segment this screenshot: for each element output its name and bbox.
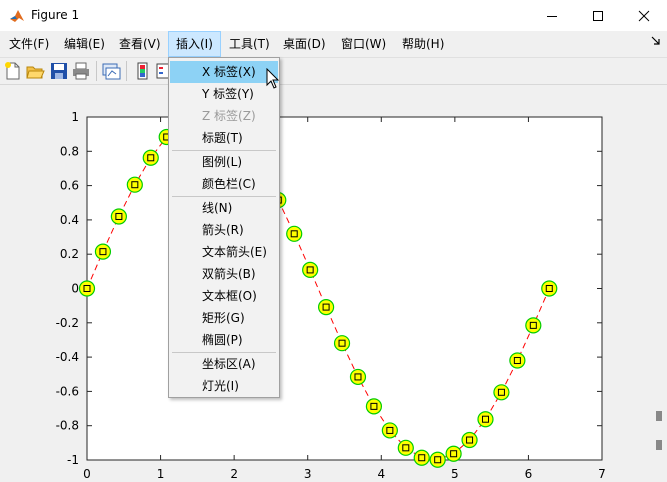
menu-insert[interactable]: 插入(I) <box>168 31 221 57</box>
x-tick-label: 7 <box>598 467 606 481</box>
axes-box <box>86 116 603 461</box>
minimize-icon <box>547 15 557 17</box>
menu-item-rectangle[interactable]: 矩形(G) <box>170 307 278 329</box>
dock-arrow-icon[interactable] <box>651 36 661 46</box>
y-tick-label: 0.2 <box>60 247 79 261</box>
close-icon <box>638 10 650 21</box>
scroll-mark <box>656 411 662 421</box>
save-icon <box>51 63 67 79</box>
toolbar-separator <box>96 61 97 81</box>
data-point-marker <box>349 368 367 386</box>
insert-colorbar-button[interactable] <box>133 61 153 81</box>
matlab-logo-icon <box>10 10 24 22</box>
minimize-button[interactable] <box>529 0 575 31</box>
y-tick-label: 1 <box>71 110 79 124</box>
toolbar-separator <box>126 61 127 81</box>
maximize-button[interactable] <box>575 0 621 31</box>
menu-item-double-arrow[interactable]: 双箭头(B) <box>170 263 278 285</box>
data-point-marker <box>110 208 127 225</box>
title-bar: Figure 1 <box>0 0 667 31</box>
new-figure-icon <box>5 62 20 80</box>
new-figure-button[interactable] <box>3 61 23 81</box>
data-point-marker <box>317 298 335 316</box>
menu-item-colorbar[interactable]: 颜色栏(C) <box>170 173 278 195</box>
data-point-marker <box>493 384 510 401</box>
x-tick-label: 2 <box>230 467 238 481</box>
link-plot-button[interactable] <box>101 61 121 81</box>
menu-item-z-label: Z 标签(Z) <box>202 109 256 123</box>
x-tick-label: 6 <box>525 467 533 481</box>
x-tick-label: 5 <box>451 467 459 481</box>
data-point-marker <box>397 439 414 456</box>
y-tick-label: -0.2 <box>56 316 79 330</box>
menu-item-title[interactable]: 标题(T) <box>170 127 278 149</box>
data-point-marker <box>445 445 462 462</box>
data-point-marker <box>461 431 478 449</box>
y-tick-label: -1 <box>67 453 79 467</box>
data-point-marker <box>413 449 430 466</box>
data-point-marker <box>94 243 112 260</box>
menu-item-text-arrow[interactable]: 文本箭头(E) <box>170 241 278 263</box>
link-plot-icon <box>102 63 121 80</box>
y-tick-label: 0.8 <box>60 144 79 158</box>
x-tick-label: 3 <box>304 467 312 481</box>
menu-item-arrow[interactable]: 箭头(R) <box>170 219 278 241</box>
menu-item-line[interactable]: 线(N) <box>170 197 278 219</box>
sine-plot-axes[interactable]: 0 1 2 3 4 5 6 7 1 0.8 0.6 0.4 0.2 0 -0.2 -0.4 -0.6 -0.8 -1 <box>0 86 667 482</box>
menu-edit[interactable]: 编辑(E) <box>57 31 112 57</box>
scroll-mark <box>656 440 662 450</box>
y-tick-label: 0.4 <box>60 213 79 227</box>
open-file-icon <box>26 66 45 79</box>
window-title: Figure 1 <box>31 8 80 22</box>
open-file-button[interactable] <box>25 61 45 81</box>
close-button[interactable] <box>621 0 667 31</box>
menu-desktop[interactable]: 桌面(D) <box>276 31 333 57</box>
menu-item-light[interactable]: 灯光(I) <box>170 375 278 397</box>
menu-view[interactable]: 查看(V) <box>112 31 168 57</box>
x-tick-label: 4 <box>377 467 385 481</box>
data-point-marker <box>381 422 398 439</box>
data-point-marker <box>509 352 526 369</box>
y-tick-label: -0.6 <box>56 384 79 398</box>
y-tick-label: 0.6 <box>60 179 79 193</box>
data-point-marker <box>126 176 143 193</box>
print-icon <box>73 62 89 80</box>
menu-item-textbox[interactable]: 文本框(O) <box>170 285 278 307</box>
y-tick-label: 0 <box>71 282 79 296</box>
data-point-marker <box>78 280 96 297</box>
data-point-marker <box>365 398 383 415</box>
data-point-marker <box>541 280 558 297</box>
menu-item-legend[interactable]: 图例(L) <box>170 151 278 173</box>
colorbar-icon <box>137 62 148 80</box>
save-button[interactable] <box>49 61 69 81</box>
data-point-marker <box>525 317 542 334</box>
insert-menu-dropdown: X 标签(X) Y 标签(Y) Z 标签(Z) 标题(T) 图例(L) 颜色栏(… <box>168 57 280 398</box>
data-point-marker <box>302 261 319 279</box>
maximize-icon <box>593 10 603 21</box>
data-point-marker <box>429 451 446 468</box>
menu-item-axes[interactable]: 坐标区(A) <box>170 353 278 375</box>
menu-item-y-label[interactable]: Y 标签(Y) <box>170 83 278 105</box>
x-tick-label: 1 <box>157 467 165 481</box>
menu-item-ellipse[interactable]: 椭圆(P) <box>170 329 278 351</box>
mouse-cursor-icon <box>266 68 280 89</box>
menu-item-x-label[interactable]: X 标签(X) <box>170 61 278 83</box>
y-tick-label: -0.8 <box>56 419 79 433</box>
menu-file[interactable]: 文件(F) <box>2 31 56 57</box>
menu-window[interactable]: 窗口(W) <box>334 31 393 57</box>
x-tick-label: 0 <box>83 467 91 481</box>
menu-help[interactable]: 帮助(H) <box>395 31 451 57</box>
data-point-marker <box>142 149 159 166</box>
print-button[interactable] <box>71 61 91 81</box>
y-tick-label: -0.4 <box>56 350 79 364</box>
figure-area: 0 1 2 3 4 5 6 7 1 0.8 0.6 0.4 0.2 0 -0.2 -0.4 -0.6 -0.8 -1 <box>0 86 667 482</box>
menu-tools[interactable]: 工具(T) <box>222 31 277 57</box>
data-point-marker <box>286 225 303 242</box>
data-point-marker <box>333 335 351 352</box>
data-point-marker <box>477 411 494 428</box>
